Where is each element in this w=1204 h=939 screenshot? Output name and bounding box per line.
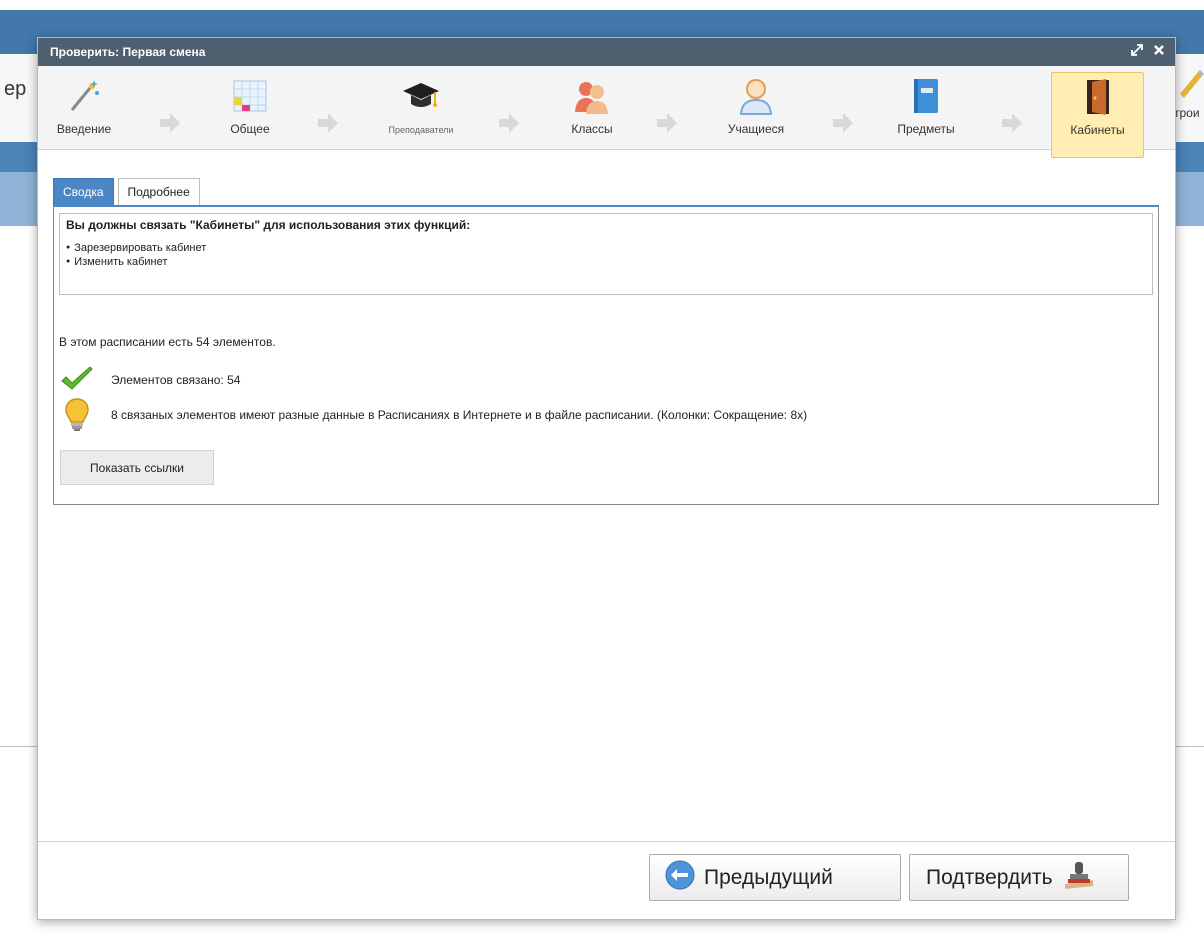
notice-title: Вы должны связать "Кабинеты" для использ… — [66, 218, 471, 232]
graduation-cap-icon — [401, 76, 441, 116]
step-label: Предметы — [897, 122, 955, 136]
list-item: Зарезервировать кабинет — [66, 241, 1146, 255]
confirm-label: Подтвердить — [926, 865, 1053, 889]
list-item: Изменить кабинет — [66, 255, 1146, 269]
book-icon — [906, 76, 946, 116]
group-people-icon — [572, 76, 612, 116]
notice-list: Зарезервировать кабинет Изменить кабинет — [66, 241, 1146, 269]
arrow-left-icon — [665, 860, 695, 896]
dialog-title: Проверить: Первая смена — [50, 45, 206, 59]
arrow-right-icon — [655, 112, 679, 139]
show-links-button[interactable]: Показать ссылки — [60, 450, 214, 485]
lightbulb-icon — [59, 397, 95, 433]
step-students[interactable]: Учащиеся — [714, 76, 798, 150]
close-icon[interactable] — [1153, 44, 1165, 56]
step-label: Введение — [56, 122, 112, 136]
step-label: Общее — [230, 122, 270, 136]
previous-label: Предыдущий — [704, 865, 833, 889]
step-label: Кабинеты — [1070, 123, 1125, 137]
dialog-titlebar: Проверить: Первая смена — [38, 38, 1175, 66]
student-icon — [736, 76, 776, 116]
step-teachers[interactable]: Преподаватели — [376, 76, 466, 150]
maximize-icon[interactable] — [1131, 44, 1143, 56]
door-icon — [1078, 77, 1118, 117]
background-text-fragment: ер — [4, 78, 27, 100]
dialog-content: Сводка Подробнее Вы должны связать "Каби… — [53, 178, 1159, 505]
step-label: Учащиеся — [727, 122, 785, 136]
arrow-right-icon — [497, 112, 521, 139]
stamp-icon — [1063, 860, 1095, 896]
calendar-grid-icon — [230, 76, 270, 116]
summary-text: В этом расписании есть 54 элементов. — [59, 335, 276, 349]
status-row-linked: Элементов связано: 54 — [59, 367, 240, 393]
step-introduction[interactable]: Введение — [48, 76, 120, 150]
check-dialog: Проверить: Первая смена Введение Общее П… — [37, 37, 1176, 920]
status-text: Элементов связано: 54 — [111, 373, 241, 387]
step-classes[interactable]: Классы — [556, 76, 628, 150]
tab-details[interactable]: Подробнее — [117, 178, 200, 205]
arrow-right-icon — [158, 112, 182, 139]
confirm-button[interactable]: Подтвердить — [909, 854, 1129, 901]
status-text: 8 связаных элементов имеют разные данные… — [111, 408, 808, 422]
wizard-steps: Введение Общее Преподаватели Классы Учащ… — [38, 66, 1175, 150]
arrow-right-icon — [1000, 112, 1024, 139]
arrow-right-icon — [831, 112, 855, 139]
pencil-icon — [1176, 68, 1204, 103]
step-label: Преподаватели — [388, 125, 454, 135]
tab-summary[interactable]: Сводка — [53, 178, 114, 205]
previous-button[interactable]: Предыдущий — [649, 854, 901, 901]
arrow-right-icon — [316, 112, 340, 139]
tab-bar: Сводка Подробнее — [53, 178, 1159, 205]
magic-wand-icon — [64, 76, 104, 116]
summary-panel: Вы должны связать "Кабинеты" для использ… — [53, 205, 1159, 505]
dialog-footer: Предыдущий Подтвердить — [38, 841, 1175, 919]
step-general[interactable]: Общее — [218, 76, 282, 150]
step-label: Классы — [571, 122, 613, 136]
background-toolbar-label: трои — [1174, 106, 1200, 120]
checkmark-icon — [59, 367, 95, 393]
status-row-warning: 8 связаных элементов имеют разные данные… — [59, 397, 807, 433]
step-rooms[interactable]: Кабинеты — [1051, 72, 1144, 158]
notice-box: Вы должны связать "Кабинеты" для использ… — [59, 213, 1153, 295]
step-subjects[interactable]: Предметы — [884, 76, 968, 150]
